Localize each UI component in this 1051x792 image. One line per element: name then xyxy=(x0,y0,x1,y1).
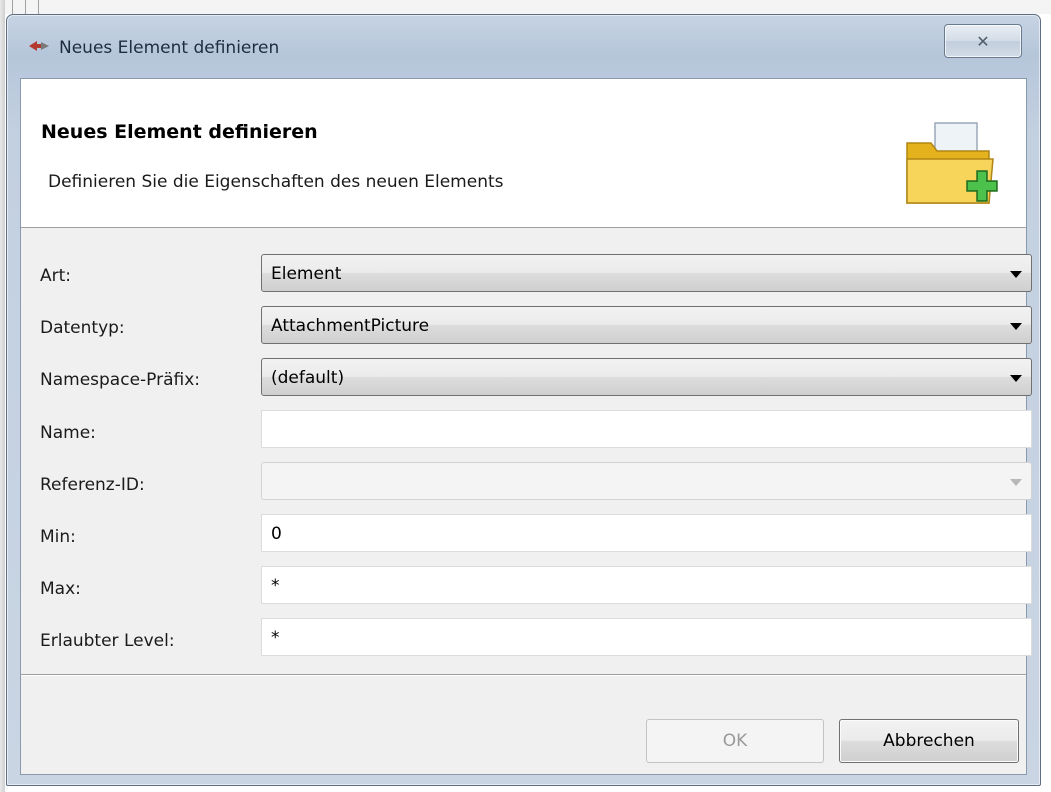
min-value: 0 xyxy=(271,524,282,544)
referenz-label: Referenz-ID: xyxy=(40,475,145,495)
dialog-window: Neues Element definieren ✕ Neues Element… xyxy=(6,14,1041,786)
window-title: Neues Element definieren xyxy=(59,38,280,58)
footer-divider-highlight xyxy=(21,675,1026,676)
min-input[interactable]: 0 xyxy=(261,514,1032,552)
title-bar[interactable]: Neues Element definieren ✕ xyxy=(7,15,1040,75)
namespace-select[interactable]: (default) xyxy=(261,358,1032,396)
datentyp-label: Datentyp: xyxy=(40,318,125,338)
level-label: Erlaubter Level: xyxy=(40,631,175,651)
art-label: Art: xyxy=(40,266,72,286)
header-title: Neues Element definieren xyxy=(41,121,318,143)
max-input[interactable]: * xyxy=(261,566,1032,604)
dialog-content: Neues Element definieren Definieren Sie … xyxy=(20,78,1032,775)
chevron-down-icon xyxy=(1010,271,1022,278)
namespace-label: Namespace-Präfix: xyxy=(40,370,201,390)
background-divider xyxy=(38,0,39,14)
referenz-select xyxy=(261,462,1032,500)
element-form: Art: Element Datentyp: AttachmentPicture… xyxy=(21,228,1032,678)
name-label: Name: xyxy=(40,423,96,443)
namespace-value: (default) xyxy=(271,368,345,388)
ok-button[interactable]: OK xyxy=(646,719,824,763)
background-window-strip xyxy=(0,0,1051,14)
close-icon: ✕ xyxy=(976,31,990,51)
chevron-down-icon xyxy=(1010,323,1022,330)
chevron-down-icon xyxy=(1010,375,1022,382)
min-label: Min: xyxy=(40,527,76,547)
datentyp-select[interactable]: AttachmentPicture xyxy=(261,306,1032,344)
app-icon xyxy=(29,41,49,51)
dialog-header: Neues Element definieren Definieren Sie … xyxy=(21,79,1026,228)
background-divider xyxy=(12,0,13,14)
max-value: * xyxy=(271,576,280,596)
max-label: Max: xyxy=(40,579,81,599)
cancel-button[interactable]: Abbrechen xyxy=(839,719,1019,763)
close-button[interactable]: ✕ xyxy=(944,24,1022,58)
art-select[interactable]: Element xyxy=(261,254,1032,292)
art-value: Element xyxy=(271,264,342,284)
datentyp-value: AttachmentPicture xyxy=(271,316,430,336)
level-input[interactable]: * xyxy=(261,618,1032,656)
folder-add-icon xyxy=(906,122,998,204)
background-window-edge xyxy=(0,0,5,792)
level-value: * xyxy=(271,628,280,648)
name-input[interactable] xyxy=(261,410,1032,448)
header-subtitle: Definieren Sie die Eigenschaften des neu… xyxy=(48,172,504,192)
chevron-down-icon xyxy=(1010,479,1022,486)
background-divider xyxy=(25,0,26,14)
